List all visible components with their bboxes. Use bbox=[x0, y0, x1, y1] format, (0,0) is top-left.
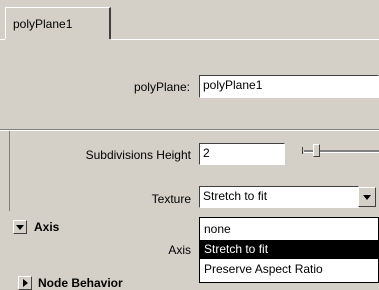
dropdown-option-preserve-aspect-ratio[interactable]: Preserve Aspect Ratio bbox=[200, 260, 378, 279]
texture-combo[interactable]: Stretch to fit bbox=[199, 186, 359, 208]
section-divider-highlight bbox=[0, 130, 379, 131]
slider-tick bbox=[302, 147, 303, 154]
section-frame-edge bbox=[9, 131, 10, 211]
subdivisions-height-label: Subdivisions Height bbox=[85, 148, 191, 162]
tab-label: polyPlane1 bbox=[13, 17, 73, 31]
dropdown-option-stretch-to-fit[interactable]: Stretch to fit bbox=[200, 240, 378, 259]
texture-combo-button[interactable] bbox=[358, 187, 376, 207]
axis-section-toggle[interactable] bbox=[13, 220, 27, 234]
chevron-down-icon bbox=[363, 195, 371, 200]
node-name-field[interactable]: polyPlane1 bbox=[199, 75, 379, 98]
node-behavior-section-header[interactable]: Node Behavior bbox=[38, 276, 123, 290]
node-behavior-section-toggle[interactable] bbox=[18, 276, 32, 290]
expand-down-icon bbox=[16, 225, 24, 230]
tab-divider bbox=[111, 39, 379, 40]
axis-label: Axis bbox=[168, 243, 191, 257]
dropdown-option-none[interactable]: none bbox=[200, 220, 378, 239]
node-name-label: polyPlane: bbox=[133, 80, 190, 94]
slider-thumb[interactable] bbox=[313, 144, 320, 157]
texture-dropdown-list: none Stretch to fit Preserve Aspect Rati… bbox=[199, 217, 379, 283]
tab-polyplane1[interactable]: polyPlane1 bbox=[5, 7, 111, 39]
expand-right-icon bbox=[23, 279, 28, 287]
subdivisions-height-field[interactable]: 2 bbox=[199, 143, 285, 165]
axis-section-header[interactable]: Axis bbox=[34, 220, 59, 234]
texture-label: Texture bbox=[151, 192, 191, 206]
tab-divider bbox=[0, 39, 5, 40]
